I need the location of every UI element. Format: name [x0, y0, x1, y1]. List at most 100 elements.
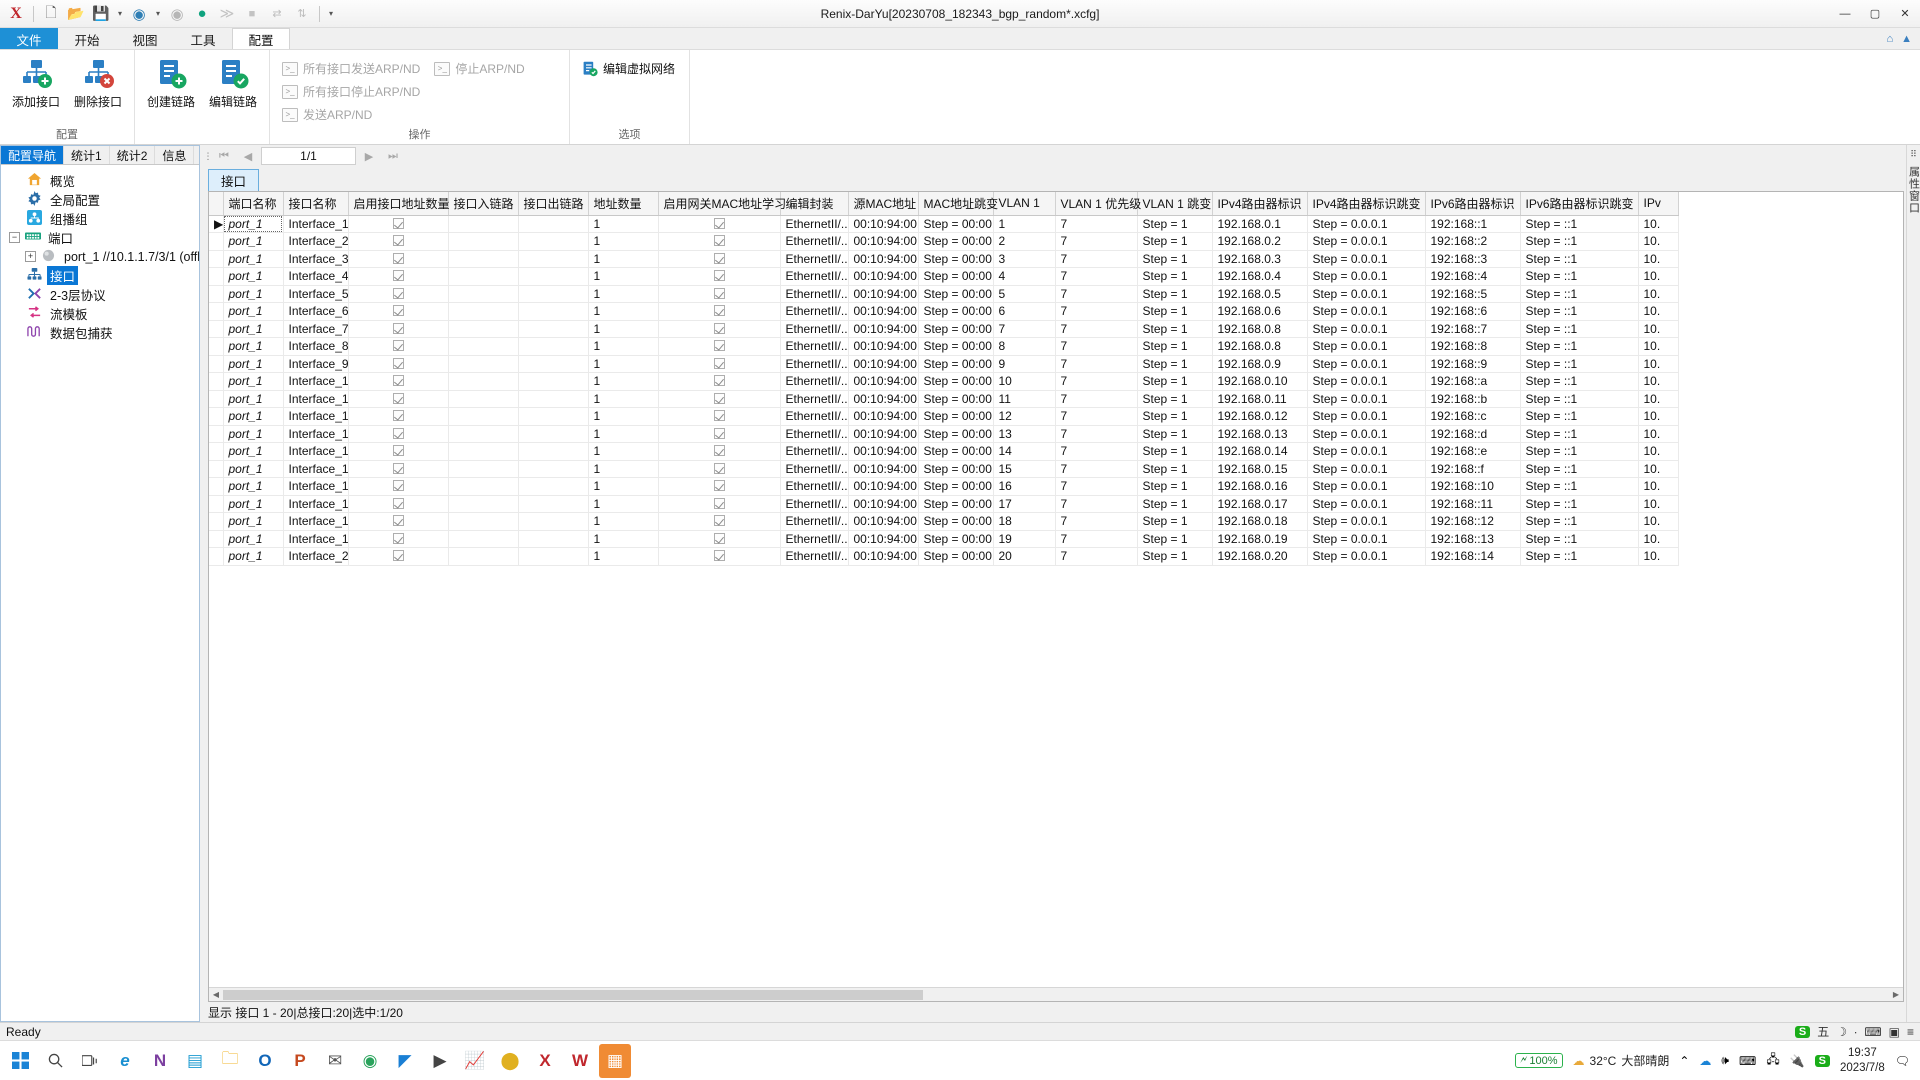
- cell-src-mac[interactable]: 00:10:94:00...: [848, 425, 918, 443]
- tree-item-overview[interactable]: 概览: [1, 171, 199, 190]
- cell-ipv-next[interactable]: 10.: [1638, 233, 1678, 251]
- cell-out-link[interactable]: [518, 408, 588, 426]
- checkbox-checked[interactable]: [393, 533, 404, 544]
- cell-enable-addr-count[interactable]: [348, 268, 448, 286]
- tab-config-nav[interactable]: 配置导航: [1, 146, 64, 164]
- cell-vlan1-priority[interactable]: 7: [1055, 250, 1137, 268]
- table-row[interactable]: port_1Interface_31EthernetII/...00:10:94…: [209, 250, 1678, 268]
- cell-ipv4-router-id[interactable]: 192.168.0.8: [1212, 338, 1307, 356]
- cell-ipv4-router-id-step[interactable]: Step = 0.0.0.1: [1307, 408, 1425, 426]
- cell-interface-name[interactable]: Interface_18: [283, 513, 348, 531]
- cell-addr-count[interactable]: 1: [588, 355, 658, 373]
- cell-port-name[interactable]: port_1: [223, 530, 283, 548]
- cell-ipv-next[interactable]: 10.: [1638, 303, 1678, 321]
- cell-mac-step[interactable]: Step = 00:00...: [918, 443, 993, 461]
- cell-ipv-next[interactable]: 10.: [1638, 443, 1678, 461]
- cell-ipv6-router-id-step[interactable]: Step = ::1: [1520, 215, 1638, 233]
- cell-vlan1-priority[interactable]: 7: [1055, 215, 1137, 233]
- cell-vlan1-step[interactable]: Step = 1: [1137, 495, 1212, 513]
- table-row[interactable]: port_1Interface_171EthernetII/...00:10:9…: [209, 495, 1678, 513]
- cell-addr-count[interactable]: 1: [588, 268, 658, 286]
- cell-port-name[interactable]: port_1: [223, 320, 283, 338]
- cell-in-link[interactable]: [448, 530, 518, 548]
- checkbox-checked[interactable]: [714, 550, 725, 561]
- cell-ipv6-router-id[interactable]: 192:168::1: [1425, 215, 1520, 233]
- scroll-thumb[interactable]: [223, 990, 923, 1000]
- cell-vlan1-priority[interactable]: 7: [1055, 285, 1137, 303]
- row-selector[interactable]: [209, 250, 223, 268]
- cell-ipv6-router-id-step[interactable]: Step = ::1: [1520, 425, 1638, 443]
- cell-out-link[interactable]: [518, 530, 588, 548]
- cell-edit-encap[interactable]: EthernetII/...: [780, 513, 848, 531]
- cell-edit-encap[interactable]: EthernetII/...: [780, 355, 848, 373]
- table-row[interactable]: port_1Interface_111EthernetII/...00:10:9…: [209, 390, 1678, 408]
- table-row[interactable]: port_1Interface_191EthernetII/...00:10:9…: [209, 530, 1678, 548]
- cell-mac-step[interactable]: Step = 00:00...: [918, 548, 993, 566]
- cell-ipv6-router-id-step[interactable]: Step = ::1: [1520, 478, 1638, 496]
- checkbox-checked[interactable]: [393, 235, 404, 246]
- cell-addr-count[interactable]: 1: [588, 250, 658, 268]
- cell-enable-addr-count[interactable]: [348, 303, 448, 321]
- cell-vlan1[interactable]: 7: [993, 320, 1055, 338]
- cell-vlan1-step[interactable]: Step = 1: [1137, 338, 1212, 356]
- edit-virtual-network-button[interactable]: 编辑虚拟网络: [576, 57, 681, 80]
- cell-edit-encap[interactable]: EthernetII/...: [780, 215, 848, 233]
- cell-edit-encap[interactable]: EthernetII/...: [780, 338, 848, 356]
- cell-src-mac[interactable]: 00:10:94:00...: [848, 285, 918, 303]
- checkbox-checked[interactable]: [714, 288, 725, 299]
- sogou-ime-icon[interactable]: S: [1795, 1026, 1810, 1038]
- cell-out-link[interactable]: [518, 443, 588, 461]
- cell-ipv6-router-id[interactable]: 192:168::c: [1425, 408, 1520, 426]
- cell-mac-step[interactable]: Step = 00:00...: [918, 495, 993, 513]
- col-vlan1-step[interactable]: VLAN 1 跳变: [1137, 192, 1212, 215]
- checkbox-checked[interactable]: [714, 218, 725, 229]
- cell-edit-encap[interactable]: EthernetII/...: [780, 268, 848, 286]
- cell-in-link[interactable]: [448, 355, 518, 373]
- ribbon-tab-file[interactable]: 文件: [0, 28, 58, 49]
- cell-ipv-next[interactable]: 10.: [1638, 355, 1678, 373]
- cell-interface-name[interactable]: Interface_19: [283, 530, 348, 548]
- cell-ipv6-router-id[interactable]: 192:168::8: [1425, 338, 1520, 356]
- cell-ipv6-router-id[interactable]: 192:168::7: [1425, 320, 1520, 338]
- new-icon[interactable]: 🗋: [40, 3, 62, 25]
- cell-ipv4-router-id-step[interactable]: Step = 0.0.0.1: [1307, 495, 1425, 513]
- cell-port-name[interactable]: port_1: [223, 215, 283, 233]
- cell-vlan1[interactable]: 20: [993, 548, 1055, 566]
- table-row[interactable]: port_1Interface_161EthernetII/...00:10:9…: [209, 478, 1678, 496]
- send-arp-nd-all-button[interactable]: >_ 所有接口发送ARP/ND: [276, 57, 426, 80]
- tree-item-ports[interactable]: − 端口: [1, 228, 199, 247]
- table-row[interactable]: port_1Interface_51EthernetII/...00:10:94…: [209, 285, 1678, 303]
- cell-ipv6-router-id[interactable]: 192:168::a: [1425, 373, 1520, 391]
- cell-src-mac[interactable]: 00:10:94:00...: [848, 443, 918, 461]
- cell-ipv6-router-id-step[interactable]: Step = ::1: [1520, 373, 1638, 391]
- checkbox-checked[interactable]: [393, 550, 404, 561]
- cell-in-link[interactable]: [448, 478, 518, 496]
- cell-mac-step[interactable]: Step = 00:00...: [918, 303, 993, 321]
- cell-port-name[interactable]: port_1: [223, 443, 283, 461]
- folder-blue-icon[interactable]: ▤: [179, 1044, 211, 1078]
- table-row[interactable]: port_1Interface_121EthernetII/...00:10:9…: [209, 408, 1678, 426]
- cell-vlan1-step[interactable]: Step = 1: [1137, 285, 1212, 303]
- cell-vlan1-priority[interactable]: 7: [1055, 460, 1137, 478]
- cell-gw-mac-learn[interactable]: [658, 478, 780, 496]
- cell-addr-count[interactable]: 1: [588, 548, 658, 566]
- weather-widget[interactable]: ☁ 32°C 大部晴朗: [1573, 1052, 1670, 1069]
- checkbox-checked[interactable]: [393, 393, 404, 404]
- run-icon[interactable]: ≫: [216, 3, 238, 25]
- row-selector[interactable]: [209, 303, 223, 321]
- cell-port-name[interactable]: port_1: [223, 233, 283, 251]
- taskbar-clock[interactable]: 19:37 2023/7/8: [1840, 1046, 1885, 1075]
- cell-port-name[interactable]: port_1: [223, 460, 283, 478]
- cell-vlan1[interactable]: 6: [993, 303, 1055, 321]
- col-mac-step[interactable]: MAC地址跳变: [918, 192, 993, 215]
- cell-ipv6-router-id-step[interactable]: Step = ::1: [1520, 443, 1638, 461]
- cell-edit-encap[interactable]: EthernetII/...: [780, 233, 848, 251]
- cell-edit-encap[interactable]: EthernetII/...: [780, 478, 848, 496]
- cell-interface-name[interactable]: Interface_12: [283, 408, 348, 426]
- cell-ipv4-router-id[interactable]: 192.168.0.4: [1212, 268, 1307, 286]
- cell-in-link[interactable]: [448, 390, 518, 408]
- cell-out-link[interactable]: [518, 285, 588, 303]
- cell-in-link[interactable]: [448, 443, 518, 461]
- minimize-button[interactable]: —: [1830, 1, 1860, 27]
- cell-enable-addr-count[interactable]: [348, 215, 448, 233]
